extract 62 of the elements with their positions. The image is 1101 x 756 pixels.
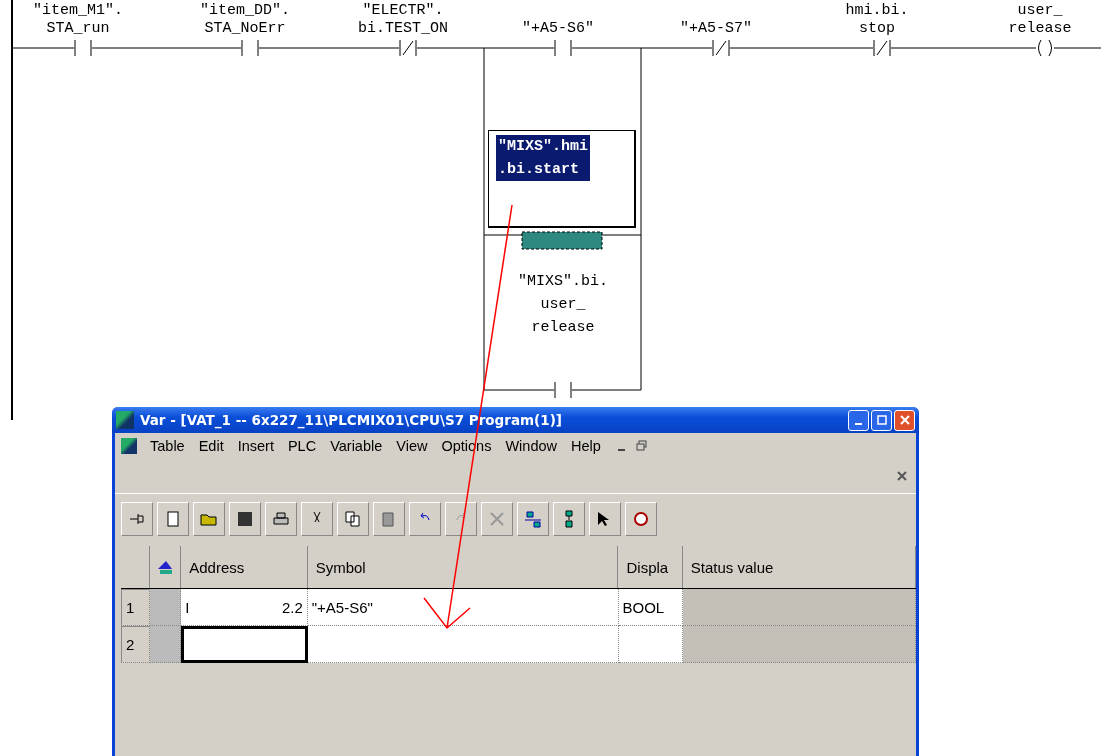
minimize-button[interactable] (848, 409, 869, 431)
menu-item[interactable]: Table (143, 438, 192, 454)
copy-icon[interactable] (337, 502, 369, 536)
address-text: 2.2 (281, 598, 303, 616)
no-contact-symbol (554, 381, 572, 399)
coil-symbol (1038, 39, 1052, 57)
menu-item[interactable]: Help (564, 438, 608, 454)
menu-item[interactable]: Edit (191, 438, 231, 454)
print-icon[interactable] (265, 502, 297, 536)
operand-label: "+A5-S6" (521, 20, 595, 38)
operand-label: hmi.bi. stop (844, 2, 910, 38)
operand-label: "item_M1". STA_run (32, 2, 124, 38)
nc-contact-symbol (399, 39, 417, 57)
open-icon[interactable] (193, 502, 225, 536)
paste-icon[interactable] (373, 502, 405, 536)
redo-icon[interactable] (445, 502, 477, 536)
nc-contact-symbol (873, 39, 891, 57)
column-header[interactable]: Address (181, 546, 308, 588)
close-icon (899, 415, 910, 425)
row-selector-cell[interactable] (150, 626, 182, 663)
column-header[interactable]: Displa (618, 546, 683, 588)
app-icon (121, 438, 137, 454)
selected-text: "MIXS".hmi .bi.start (496, 135, 590, 181)
operand-text: I (185, 598, 190, 616)
delete-icon[interactable] (481, 502, 513, 536)
row-number[interactable]: 2 (121, 626, 151, 663)
no-contact-symbol (554, 39, 572, 57)
column-header[interactable]: Status value (682, 546, 916, 588)
address-cell[interactable]: I 2.2 (181, 589, 308, 626)
save-icon[interactable] (229, 502, 261, 536)
operand-label: "ELECTR". bi.TEST_ON (357, 2, 449, 38)
address-cell[interactable] (181, 626, 308, 663)
menu-item[interactable]: Window (498, 438, 564, 454)
symbol-cell[interactable]: "+A5-S6" (307, 589, 619, 626)
no-contact-symbol (241, 39, 259, 57)
row-selector-cell[interactable] (150, 589, 182, 626)
app-icon (116, 411, 134, 429)
pin-icon[interactable] (121, 502, 153, 536)
display-format-cell[interactable]: BOOL (618, 589, 683, 626)
nc-contact-symbol (712, 39, 730, 57)
operand-label: user_ release (1007, 2, 1073, 38)
operand-edit-field[interactable]: "MIXS".hmi .bi.start (488, 130, 636, 228)
display-format-cell[interactable] (618, 626, 683, 663)
no-contact-symbol (74, 39, 92, 57)
operand-label: "MIXS".bi. user_ release (517, 272, 609, 338)
restore-icon[interactable] (635, 440, 648, 452)
symbol-cell[interactable] (307, 626, 619, 663)
menu-item[interactable]: Insert (230, 438, 281, 454)
menu-item[interactable]: Variable (323, 438, 390, 454)
menu-item[interactable]: View (389, 438, 435, 454)
close-button[interactable] (894, 409, 915, 431)
maximize-button[interactable] (871, 409, 892, 431)
maximize-icon (876, 415, 887, 425)
close-icon[interactable] (896, 470, 908, 482)
row-number[interactable]: 1 (121, 589, 151, 626)
undo-icon[interactable] (409, 502, 441, 536)
operand-label: "+A5-S7" (679, 20, 753, 38)
new-icon[interactable] (157, 502, 189, 536)
column-header[interactable]: Symbol (307, 546, 619, 588)
operand-label: "item_DD". STA_NoErr (199, 2, 291, 38)
minimize-icon (855, 423, 862, 425)
menu-item[interactable]: PLC (280, 438, 324, 454)
